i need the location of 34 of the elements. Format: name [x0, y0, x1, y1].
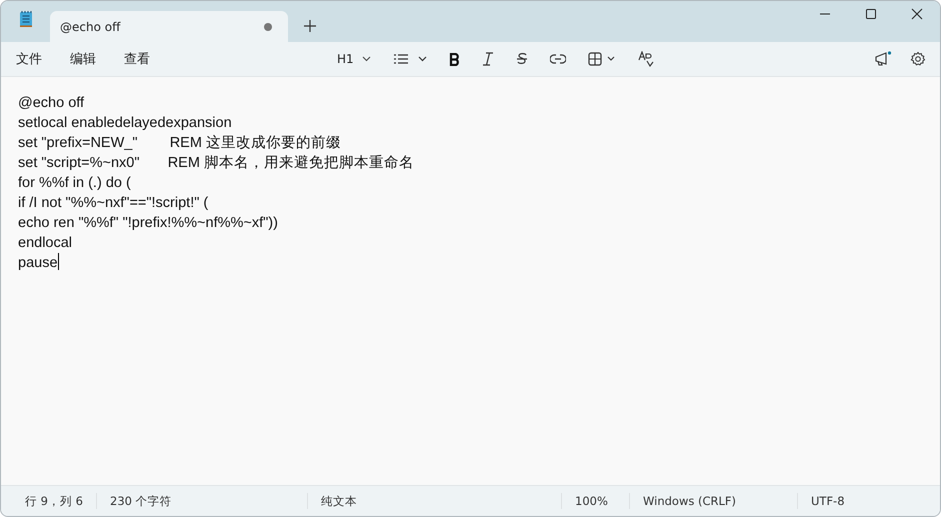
table-dropdown-icon[interactable] — [588, 52, 616, 66]
document-tab[interactable]: @echo off — [50, 11, 288, 42]
menu-item[interactable]: 查看 — [123, 50, 150, 68]
heading-dropdown[interactable]: H1 — [337, 52, 371, 66]
zoom-level: 100% — [561, 493, 629, 509]
chevron-down-icon — [362, 56, 371, 62]
notepad-icon — [19, 10, 33, 28]
new-tab-plus-icon[interactable] — [304, 20, 316, 32]
close-icon[interactable] — [911, 8, 923, 20]
code-line: pause — [18, 253, 923, 273]
encoding: UTF-8 — [797, 493, 937, 509]
code-line: for %%f in (.) do ( — [18, 174, 132, 193]
line-ending: Windows (CRLF) — [629, 493, 797, 509]
code-line: endlocal — [18, 234, 74, 253]
code-line: if /I not "%%~nxf"=="!script!" ( — [18, 194, 210, 213]
link-icon[interactable] — [550, 54, 566, 64]
code-line: echo ren "%%f" "!prefix!%%~nf%%~xf")) — [18, 214, 279, 233]
spellcheck-icon[interactable] — [638, 51, 654, 67]
text-format: 纯文本 — [307, 493, 561, 509]
bold-icon[interactable] — [448, 52, 460, 66]
settings-icon[interactable] — [910, 51, 926, 67]
cursor-position: 行 9，列 6 — [24, 493, 84, 509]
character-count: 230 个字符 — [96, 493, 307, 509]
maximize-icon[interactable] — [865, 8, 877, 20]
italic-icon[interactable] — [482, 52, 494, 66]
code-line: @echo off — [18, 94, 86, 113]
megaphone-icon[interactable] — [874, 51, 892, 67]
code-line: setlocal enabledelayedexpansion — [18, 114, 233, 133]
code-line: set "script=%~nx0" REM 脚本名，用来避免把脚本重命名 — [18, 154, 415, 173]
list-dropdown-icon[interactable] — [392, 53, 427, 65]
strikethrough-icon[interactable] — [516, 52, 528, 66]
code-line: set "prefix=NEW_" REM 这里改成你要的前缀 — [18, 134, 342, 153]
menu-item[interactable]: 文件 — [15, 50, 42, 68]
menu-item[interactable]: 编辑 — [69, 50, 96, 68]
